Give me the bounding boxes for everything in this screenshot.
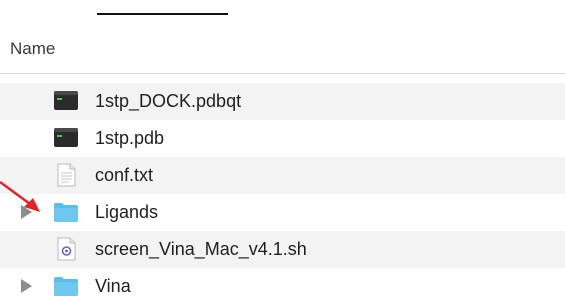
file-row-screen-vina-sh[interactable]: screen_Vina_Mac_v4.1.sh bbox=[0, 231, 565, 268]
file-row-1stp-pdb[interactable]: 1stp.pdb bbox=[0, 120, 565, 157]
disclosure-triangle-icon[interactable] bbox=[21, 279, 32, 293]
terminal-file-icon bbox=[54, 128, 78, 147]
script-file-icon bbox=[57, 237, 76, 261]
folder-name: Vina bbox=[95, 276, 131, 296]
folder-name: Ligands bbox=[95, 202, 159, 222]
folder-row-ligands[interactable]: Ligands bbox=[0, 194, 565, 231]
file-row-1stp-dock-pdbqt[interactable]: 1stp_DOCK.pdbqt bbox=[0, 83, 565, 120]
column-header[interactable]: Name bbox=[0, 27, 565, 74]
file-name: 1stp.pdb bbox=[95, 128, 165, 148]
file-name: 1stp_DOCK.pdbqt bbox=[95, 91, 242, 111]
red-arrow-annotation bbox=[0, 180, 40, 212]
terminal-file-icon bbox=[54, 91, 78, 110]
top-underline bbox=[97, 13, 228, 15]
file-name: conf.txt bbox=[95, 165, 154, 185]
file-name: screen_Vina_Mac_v4.1.sh bbox=[95, 239, 307, 259]
name-column-header[interactable]: Name bbox=[10, 39, 55, 59]
folder-icon bbox=[54, 277, 78, 296]
folder-row-vina[interactable]: Vina bbox=[0, 268, 565, 305]
file-row-conf-txt[interactable]: conf.txt bbox=[0, 157, 565, 194]
